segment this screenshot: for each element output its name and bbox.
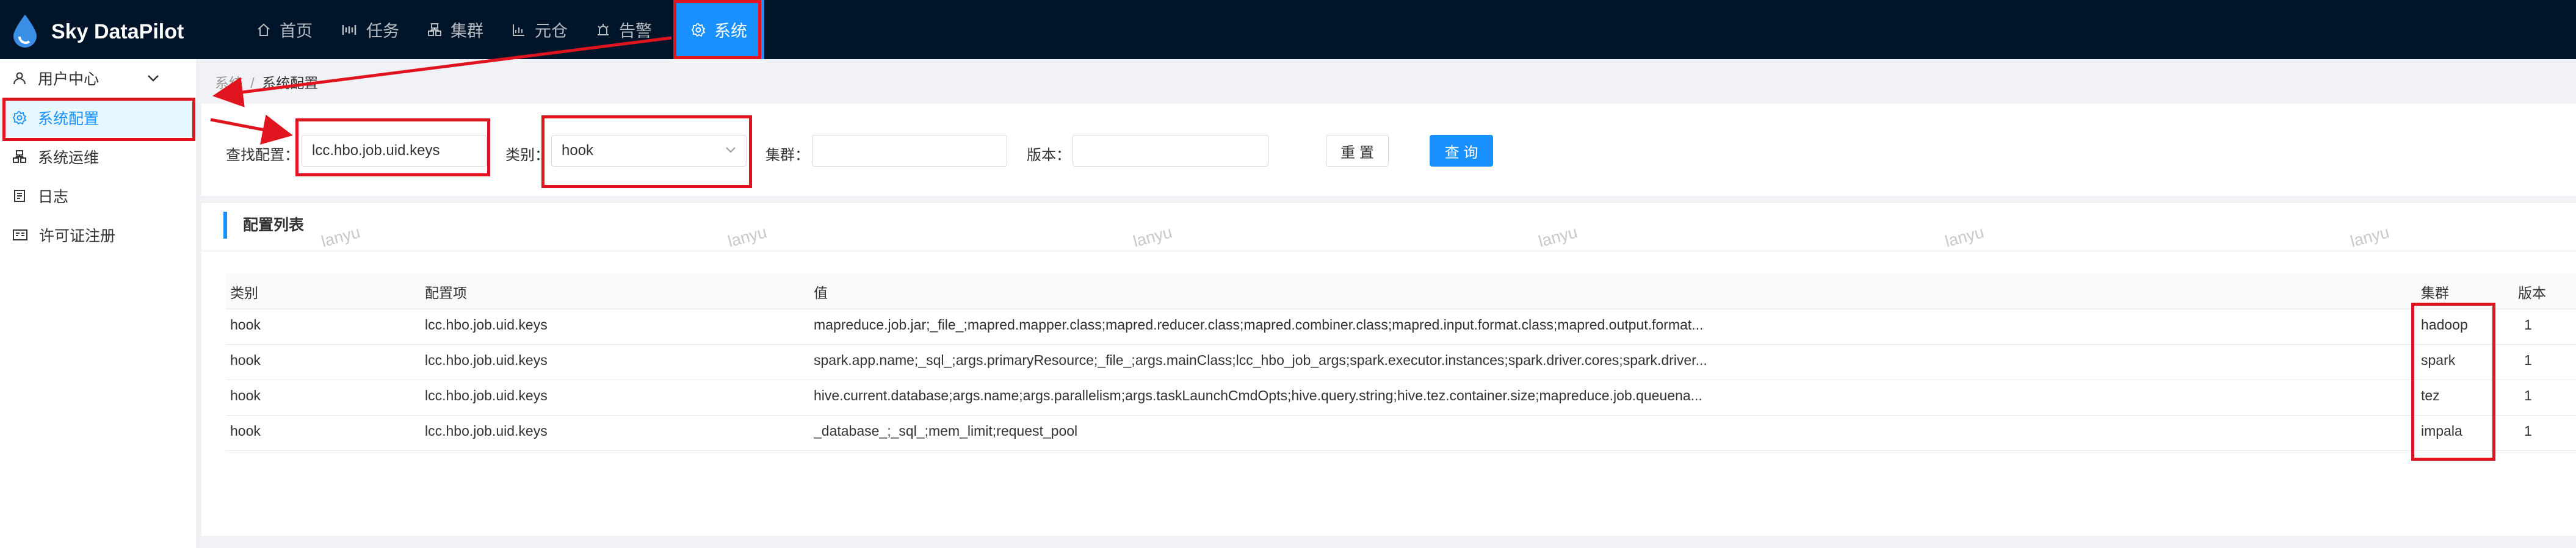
annotation-arrows [210, 36, 672, 145]
arrow-to-sidebar [212, 36, 672, 107]
arrow-to-search-input [210, 114, 293, 145]
